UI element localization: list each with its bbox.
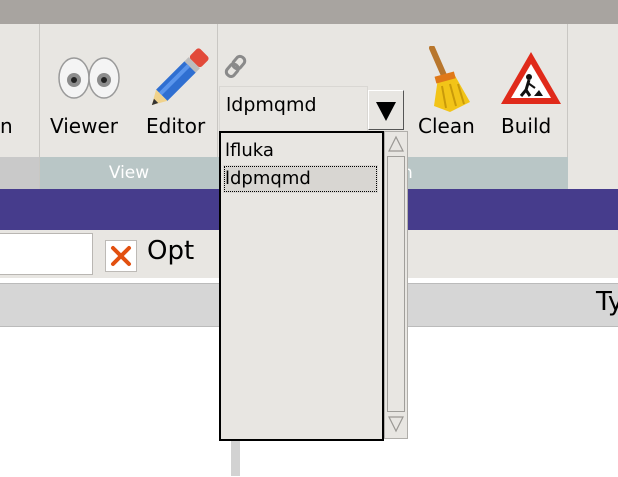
combobox-dropdown-list[interactable]: lfluka ldpmqmd (219, 131, 384, 441)
ribbon-footer-right (568, 157, 618, 189)
eyes-icon (58, 57, 120, 99)
triangle-down-icon (376, 102, 396, 121)
scroll-up-arrow-icon[interactable] (387, 134, 405, 154)
filter-input[interactable] (0, 233, 93, 275)
chain-link-icon[interactable] (222, 50, 252, 84)
editor-button[interactable]: Editor (143, 40, 213, 150)
build-button[interactable]: Build (497, 40, 563, 150)
viewer-button[interactable]: Viewer (50, 40, 130, 150)
list-item[interactable]: lfluka (223, 137, 378, 165)
pencil-icon (151, 48, 209, 106)
build-button-label: Build (501, 114, 552, 138)
viewer-button-label: Viewer (50, 114, 118, 138)
top-strip (0, 0, 618, 24)
list-item[interactable]: ldpmqmd (223, 165, 378, 193)
type-column-header[interactable]: Ty (596, 287, 618, 317)
road-work-icon (501, 52, 561, 104)
clean-button[interactable]: Clean (416, 40, 486, 150)
executable-combobox[interactable]: ldpmqmd (219, 86, 405, 132)
broom-icon (429, 46, 470, 112)
combobox-field[interactable]: ldpmqmd (219, 86, 368, 132)
dropdown-scrollbar[interactable] (384, 131, 408, 439)
scroll-thumb[interactable] (387, 156, 405, 412)
view-group-label: View (40, 157, 218, 189)
close-x-icon[interactable] (105, 240, 137, 272)
scroll-down-arrow-icon[interactable] (387, 414, 405, 434)
clean-button-label: Clean (418, 114, 475, 138)
partial-ribbon-button-label[interactable]: n (0, 114, 13, 138)
combobox-dropdown-button[interactable] (368, 90, 404, 130)
combobox-value: ldpmqmd (226, 94, 317, 116)
editor-button-label: Editor (146, 114, 206, 138)
options-label: Opt (147, 236, 195, 266)
